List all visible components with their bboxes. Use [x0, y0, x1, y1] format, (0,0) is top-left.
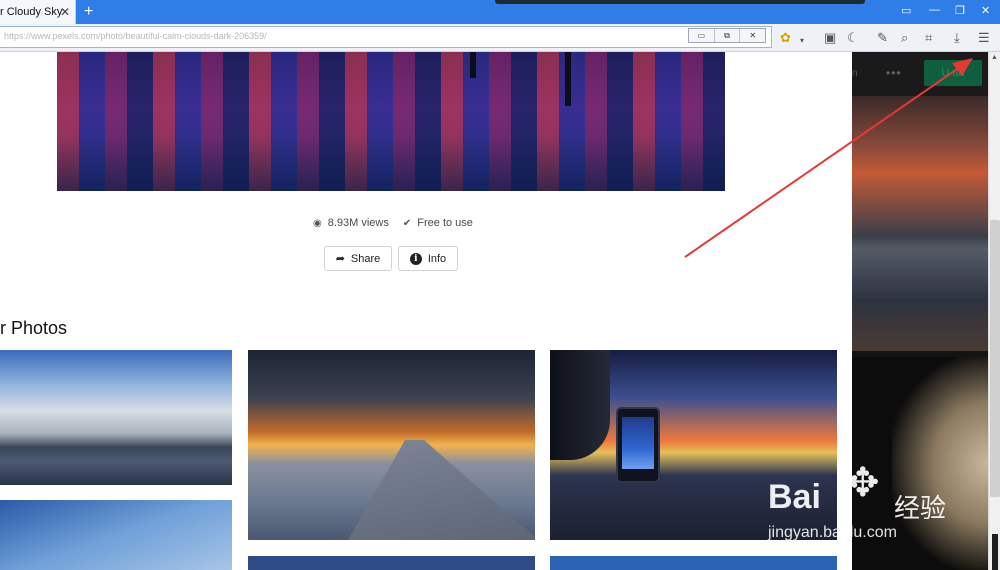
watermark-url: jingyan.baidu.com	[768, 524, 897, 541]
watermark-chinese: 经验	[894, 493, 947, 523]
paw-icon: ✥	[846, 461, 880, 505]
baidu-watermark: Bai ✥ 经验 jingyan.baidu.com	[764, 458, 974, 548]
watermark-brand: Bai	[768, 478, 821, 516]
browser-window: r Cloudy Sky ✕ + ▭ — ❐ ✕ https://www.pex…	[0, 0, 1000, 570]
